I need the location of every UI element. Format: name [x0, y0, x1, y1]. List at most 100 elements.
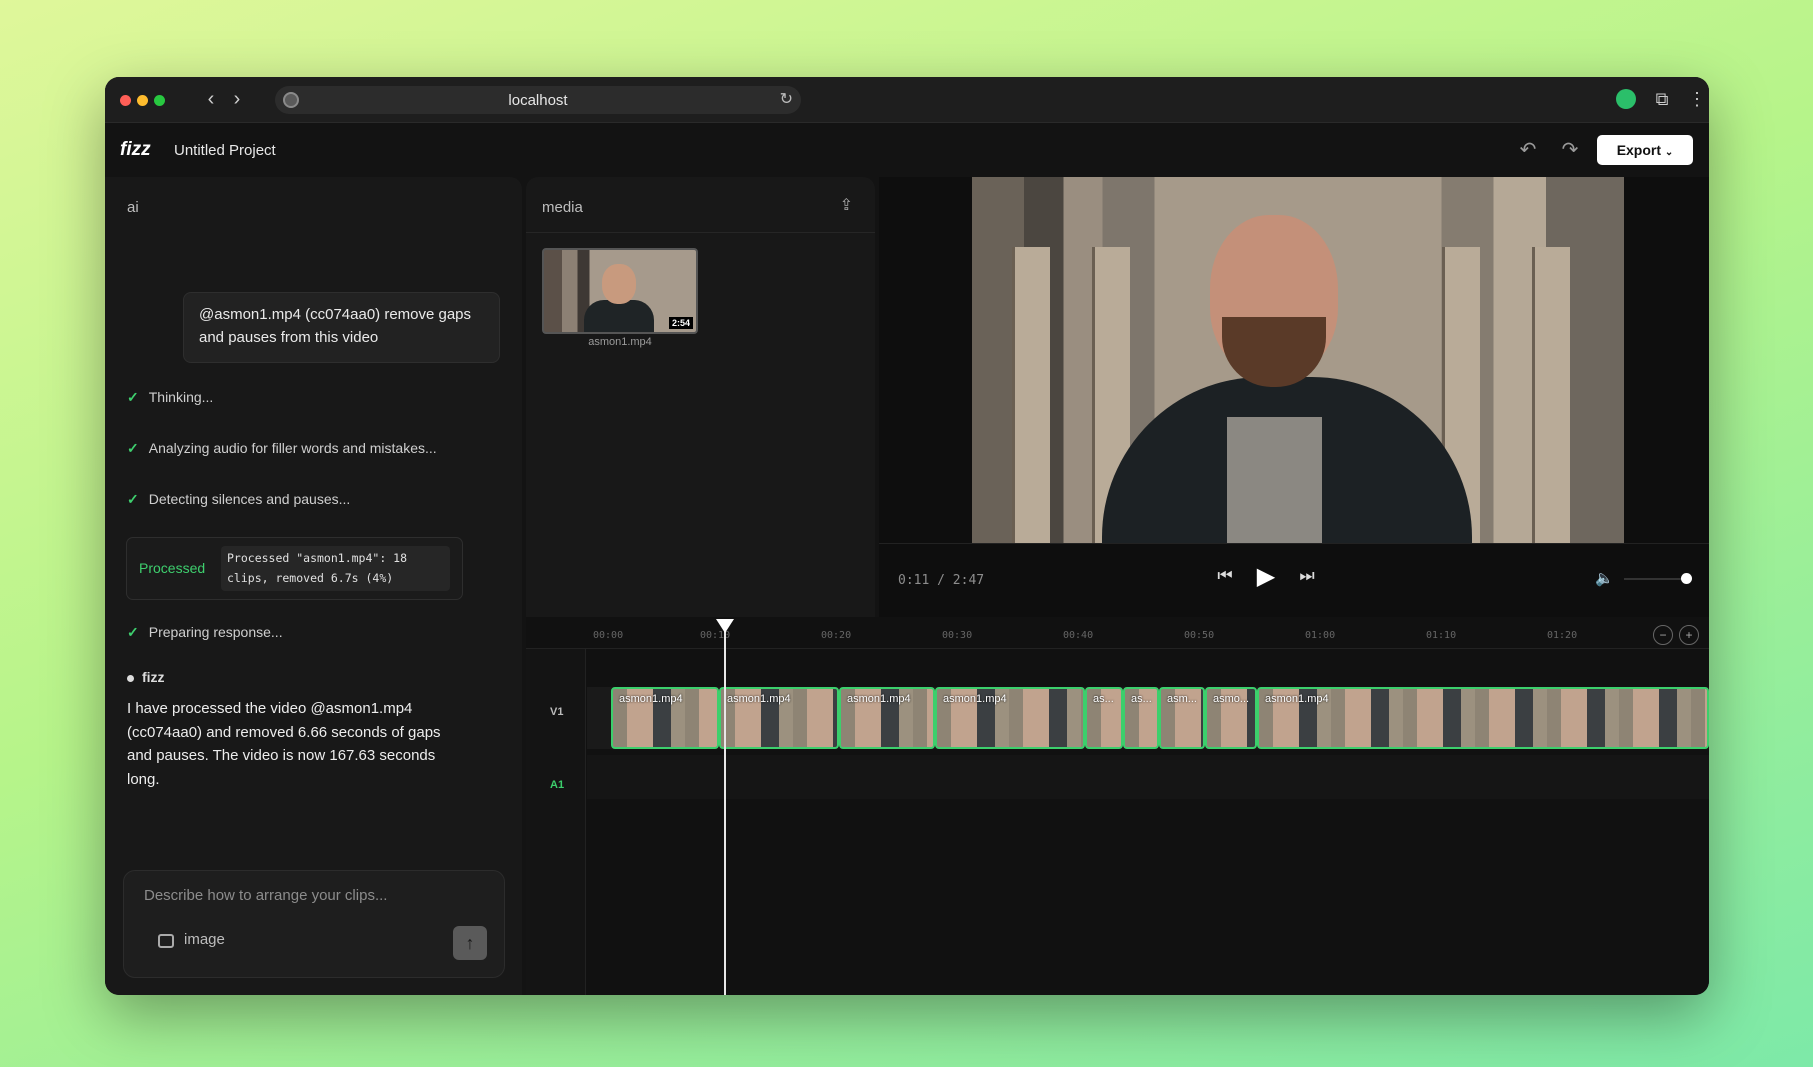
- media-panel: media ⇪ 2:54 asmon1.mp4: [526, 177, 875, 617]
- tick-label: 01:10: [1426, 630, 1457, 641]
- skip-forward-icon[interactable]: ⏭: [1294, 566, 1320, 586]
- volume-knob[interactable]: [1681, 573, 1692, 584]
- play-icon[interactable]: ▶: [1253, 562, 1279, 591]
- step-label: Detecting silences and pauses...: [148, 491, 351, 507]
- export-button[interactable]: Export ⌄: [1597, 135, 1693, 165]
- tick-label: 01:00: [1305, 630, 1336, 641]
- step-label: Preparing response...: [148, 624, 283, 640]
- playhead-handle[interactable]: [716, 619, 734, 633]
- tick-label: 00:30: [942, 630, 973, 641]
- tick-label: 00:40: [1063, 630, 1094, 641]
- zoom-in-button[interactable]: +: [1679, 625, 1699, 645]
- media-header: media ⇪: [526, 177, 875, 233]
- timeline-clip[interactable]: asmon1.mp4: [611, 687, 719, 749]
- attach-image-button[interactable]: image: [184, 931, 225, 948]
- tick-label: 00:20: [821, 630, 852, 641]
- address-bar[interactable]: localhost ↻: [275, 86, 801, 114]
- reload-icon[interactable]: ↻: [780, 89, 793, 109]
- timeline-clip[interactable]: as...: [1123, 687, 1159, 749]
- redo-icon[interactable]: ↷: [1558, 137, 1582, 162]
- step-item: ✓ Preparing response...: [127, 624, 283, 641]
- clip-label: asmon1.mp4: [727, 693, 791, 705]
- step-item: ✓ Analyzing audio for filler words and mi…: [127, 440, 437, 457]
- app-logo: fizz: [120, 139, 151, 160]
- undo-icon[interactable]: ↶: [1516, 137, 1540, 162]
- timeline-clip[interactable]: asmon1.mp4: [839, 687, 935, 749]
- extensions-icon[interactable]: ⧉: [1650, 87, 1674, 111]
- back-icon[interactable]: ‹: [200, 87, 222, 111]
- skip-back-icon[interactable]: ⏮: [1212, 566, 1238, 586]
- profile-avatar[interactable]: [1616, 89, 1636, 109]
- fence-board: [1532, 247, 1570, 543]
- app-header: fizz Untitled Project ↶ ↷ Export ⌄: [105, 123, 1709, 177]
- clip-label: as...: [1131, 693, 1152, 705]
- tick-label: 00:00: [593, 630, 624, 641]
- step-label: Analyzing audio for filler words and mis…: [148, 440, 437, 456]
- forward-icon[interactable]: ›: [226, 87, 248, 111]
- volume-icon[interactable]: 🔈: [1595, 569, 1614, 587]
- track-label-a1: A1: [550, 779, 565, 791]
- track-gutter: V1 A1: [526, 649, 586, 995]
- assistant-dot-icon: [127, 674, 134, 682]
- timeline-clip[interactable]: asmon1.mp4: [935, 687, 1085, 749]
- export-label: Export: [1616, 142, 1662, 158]
- thumbnail-body: [584, 300, 654, 332]
- timecode: 0:11 / 2:47: [898, 573, 985, 588]
- time-ruler[interactable]: 00:00 00:10 00:20 00:30 00:40 00:50 01:0…: [526, 617, 1709, 649]
- video-preview-area: 0:11 / 2:47 ⏮ ▶ ⏭ 🔈: [879, 177, 1709, 617]
- timeline-clip[interactable]: as...: [1085, 687, 1123, 749]
- check-icon: ✓: [127, 491, 139, 507]
- timeline-clip[interactable]: asmon1.mp4: [1257, 687, 1709, 749]
- timeline-clip[interactable]: asmon1.mp4: [719, 687, 839, 749]
- clip-label: asmon1.mp4: [847, 693, 911, 705]
- close-window-button[interactable]: [120, 95, 131, 106]
- assistant-name: fizz: [142, 669, 165, 685]
- clip-label: asmon1.mp4: [1265, 693, 1329, 705]
- player-controls: 0:11 / 2:47 ⏮ ▶ ⏭ 🔈: [879, 543, 1709, 617]
- upload-icon[interactable]: ⇪: [840, 195, 853, 215]
- clip-label: asmon1.mp4: [943, 693, 1007, 705]
- browser-menu-icon[interactable]: ⋮: [1685, 87, 1709, 111]
- step-item: ✓ Thinking...: [127, 389, 213, 406]
- url-text: localhost: [508, 92, 568, 109]
- project-title[interactable]: Untitled Project: [174, 142, 276, 159]
- prompt-composer[interactable]: Describe how to arrange your clips... im…: [123, 870, 505, 978]
- video-track-v1: asmon1.mp4 asmon1.mp4 asmon1.mp4 asmon1.…: [587, 687, 1709, 749]
- maximize-window-button[interactable]: [154, 95, 165, 106]
- track-label-v1: V1: [550, 706, 564, 718]
- image-icon[interactable]: [158, 934, 174, 948]
- minimize-window-button[interactable]: [137, 95, 148, 106]
- timeline-clip[interactable]: asm...: [1159, 687, 1205, 749]
- thumbnail-face: [602, 264, 636, 304]
- step-label: Thinking...: [148, 389, 214, 405]
- media-duration: 2:54: [668, 317, 693, 329]
- check-icon: ✓: [127, 624, 139, 640]
- clip-label: asmo...: [1213, 693, 1250, 705]
- processed-detail: Processed "asmon1.mp4": 18 clips, remove…: [221, 546, 450, 591]
- timeline: 00:00 00:10 00:20 00:30 00:40 00:50 01:0…: [526, 617, 1709, 995]
- person-shirt: [1227, 417, 1322, 543]
- audio-track-a1: [587, 755, 1709, 799]
- playhead-line[interactable]: [724, 625, 726, 995]
- video-frame[interactable]: [972, 177, 1624, 543]
- browser-toolbar: ‹ › localhost ↻ ⧉ ⋮: [105, 77, 1709, 123]
- assistant-header: fizz: [127, 669, 165, 685]
- assistant-reply: I have processed the video @asmon1.mp4 (…: [127, 700, 441, 788]
- media-panel-title: media: [542, 199, 583, 216]
- ai-panel: ai @asmon1.mp4 (cc074aa0) remove gaps an…: [105, 177, 522, 995]
- check-icon: ✓: [127, 440, 139, 456]
- processed-label: Processed: [139, 560, 206, 576]
- timeline-clip[interactable]: asmo...: [1205, 687, 1257, 749]
- volume-slider[interactable]: [1624, 578, 1686, 580]
- send-button[interactable]: ↑: [453, 926, 487, 960]
- tick-label: 01:20: [1547, 630, 1578, 641]
- tick-label: 00:50: [1184, 630, 1215, 641]
- media-filename: asmon1.mp4: [588, 336, 652, 348]
- prompt-input[interactable]: Describe how to arrange your clips...: [144, 887, 387, 904]
- processed-result: Processed Processed "asmon1.mp4": 18 cli…: [126, 537, 463, 600]
- ai-panel-title: ai: [127, 199, 139, 216]
- zoom-out-button[interactable]: −: [1653, 625, 1673, 645]
- media-thumbnail[interactable]: 2:54: [542, 248, 698, 334]
- clip-label: asm...: [1167, 693, 1197, 705]
- clip-label: asmon1.mp4: [619, 693, 683, 705]
